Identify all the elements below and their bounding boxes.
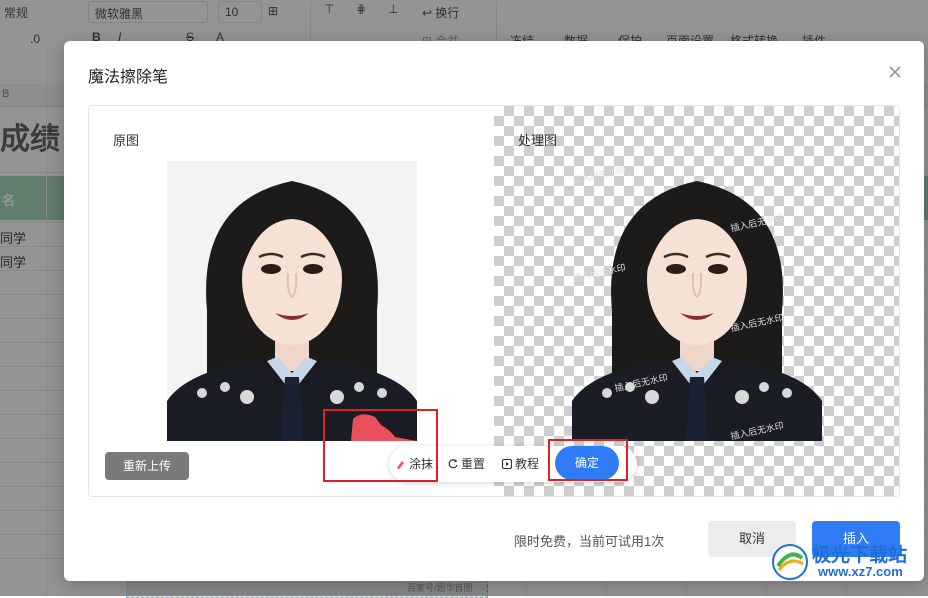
smear-highlight-box <box>323 409 438 482</box>
magic-eraser-dialog: 魔法擦除笔 原图 重新上传 处理图 插入后无水印 插入后无水印 插入后无水印 插… <box>64 41 924 581</box>
confirm-highlight-box <box>548 439 628 481</box>
processed-label: 处理图 <box>518 133 558 148</box>
close-icon[interactable] <box>886 63 904 81</box>
reset-icon <box>447 458 459 473</box>
tutorial-label: 教程 <box>515 457 540 471</box>
reupload-button[interactable]: 重新上传 <box>105 452 189 480</box>
processed-pane: 处理图 插入后无水印 插入后无水印 插入后无水印 插入后无水印 插入后无水印 插… <box>494 106 899 496</box>
processed-photo[interactable] <box>572 161 822 441</box>
original-label: 原图 <box>113 133 140 148</box>
reset-label: 重置 <box>461 457 486 471</box>
dialog-title: 魔法擦除笔 <box>88 69 169 86</box>
reset-tool[interactable]: 重置 <box>447 455 485 473</box>
trial-note: 限时免费，当前可试用1次 <box>514 534 665 549</box>
tutorial-tool[interactable]: 教程 <box>501 455 539 473</box>
tutorial-icon <box>501 458 513 473</box>
site-name: 极光下载站 <box>812 545 908 566</box>
original-photo[interactable] <box>167 161 417 441</box>
aurora-logo-icon <box>772 544 808 580</box>
site-url: www.xz7.com <box>818 564 903 579</box>
site-logo: 极光下载站 www.xz7.com <box>770 540 920 584</box>
image-workspace: 原图 重新上传 处理图 插入后无水印 插入后无水印 插入后无水印 插入后无水印 … <box>88 105 900 497</box>
